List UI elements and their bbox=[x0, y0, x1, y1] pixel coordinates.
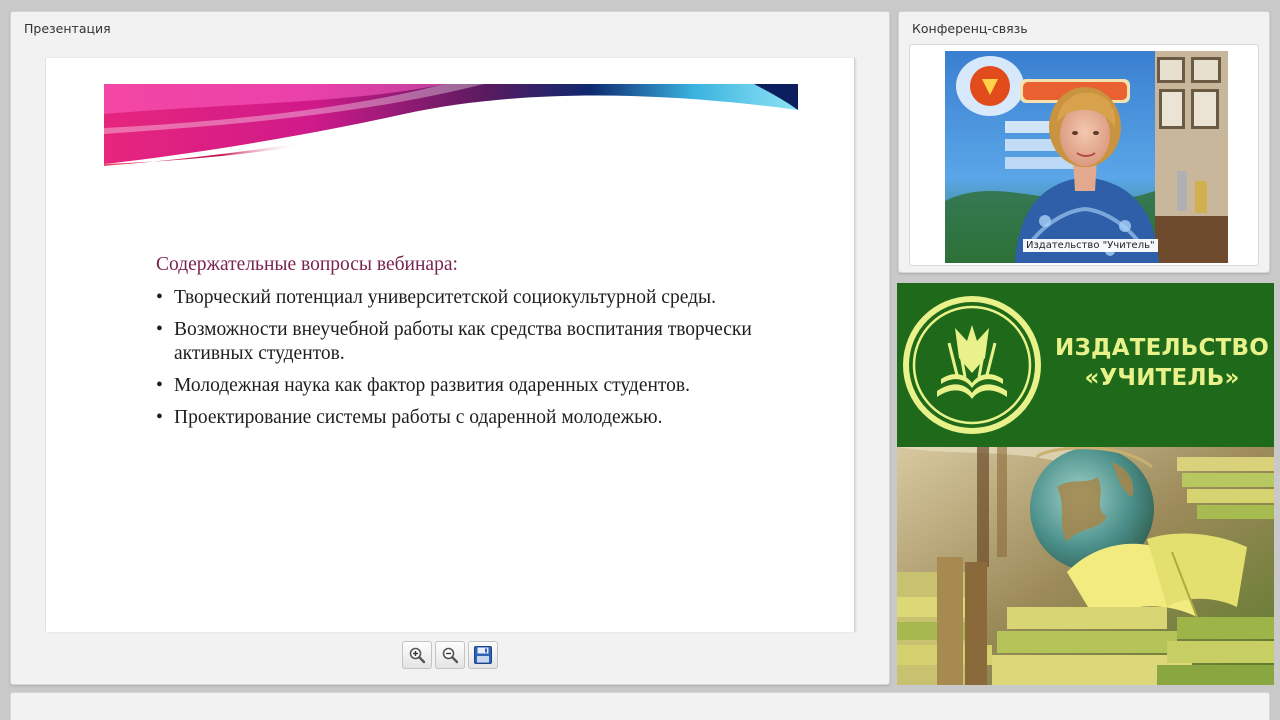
publisher-name-line1: ИЗДАТЕЛЬСТВО bbox=[1055, 335, 1269, 361]
publisher-logo-banner: ИЗДАТЕЛЬСТВО «УЧИТЕЛЬ» bbox=[897, 283, 1274, 447]
presentation-slide: Содержательные вопросы вебинара: Творчес… bbox=[45, 58, 855, 632]
video-frame: Издательство "Учитель" bbox=[909, 44, 1259, 266]
books-and-globe-image bbox=[897, 447, 1274, 685]
presentation-panel-title: Презентация bbox=[24, 21, 111, 36]
participant-video[interactable]: Издательство "Учитель" bbox=[945, 51, 1228, 263]
slide-bullet-item: Возможности внеучебной работы как средст… bbox=[156, 318, 756, 366]
participant-video-image bbox=[945, 51, 1228, 263]
zoom-in-button[interactable] bbox=[402, 641, 432, 669]
slide-bullet-list: Творческий потенциал университетской соц… bbox=[156, 286, 756, 438]
bottom-panel bbox=[10, 692, 1270, 720]
zoom-in-icon bbox=[409, 647, 426, 664]
zoom-out-button[interactable] bbox=[435, 641, 465, 669]
slide-decorative-banner bbox=[104, 84, 798, 166]
conference-panel: Конференц-связь Издательство "Учитель" bbox=[898, 11, 1270, 273]
publisher-brand-panel: ИЗДАТЕЛЬСТВО «УЧИТЕЛЬ» bbox=[897, 283, 1274, 685]
participant-name-label: Издательство "Учитель" bbox=[1023, 239, 1158, 252]
slide-toolbar bbox=[402, 641, 498, 669]
zoom-out-icon bbox=[442, 647, 459, 664]
publisher-name: ИЗДАТЕЛЬСТВО «УЧИТЕЛЬ» bbox=[1047, 333, 1274, 393]
conference-panel-title: Конференц-связь bbox=[912, 21, 1028, 36]
publisher-logo-emblem bbox=[903, 296, 1041, 434]
slide-bullet-item: Молодежная наука как фактор развития ода… bbox=[156, 374, 756, 398]
save-slide-button[interactable] bbox=[468, 641, 498, 669]
slide-bullet-item: Проектирование системы работы с одаренно… bbox=[156, 406, 756, 430]
publisher-name-line2: «УЧИТЕЛЬ» bbox=[1084, 365, 1240, 391]
slide-bullet-item: Творческий потенциал университетской соц… bbox=[156, 286, 756, 310]
presentation-panel: Презентация Содержательные вопросы вебин… bbox=[10, 11, 890, 685]
floppy-disk-icon bbox=[474, 646, 492, 664]
slide-heading: Содержательные вопросы вебинара: bbox=[156, 254, 458, 275]
